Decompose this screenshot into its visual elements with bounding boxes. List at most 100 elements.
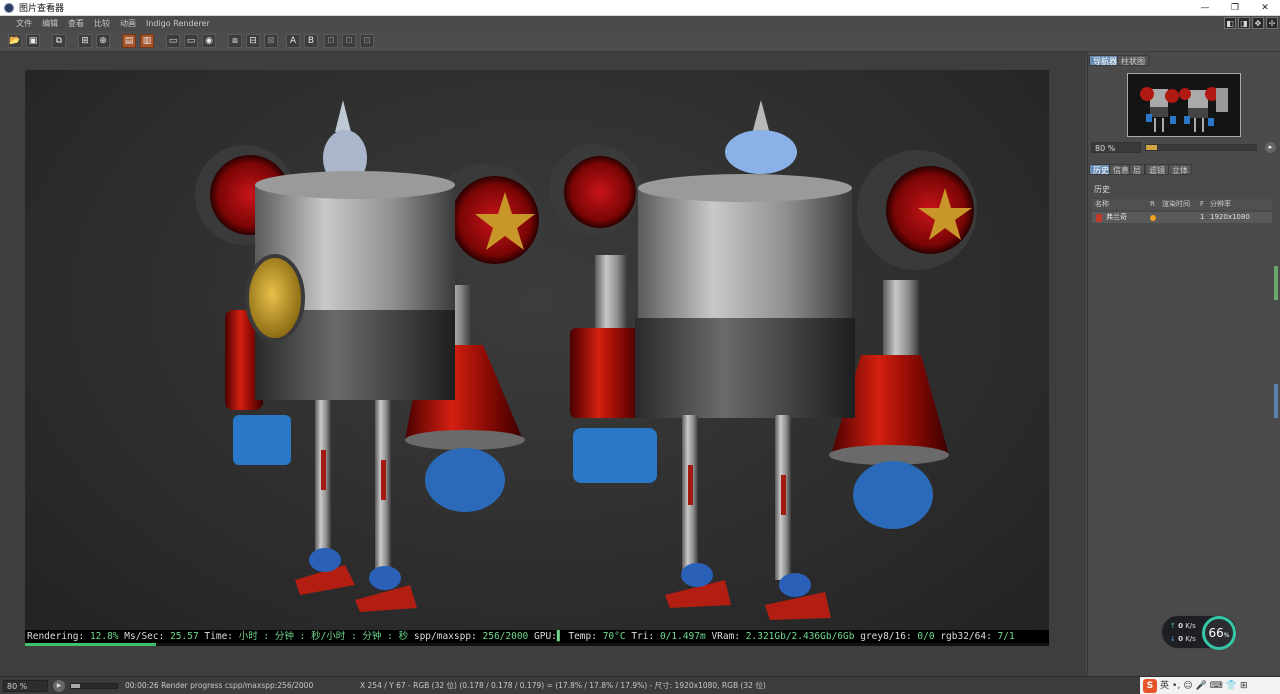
robot-right xyxy=(549,100,977,620)
compare-2-icon[interactable]: ⊡ xyxy=(342,34,356,48)
rendering-label: Rendering: xyxy=(27,631,85,642)
gpu-label: GPU: xyxy=(534,631,557,642)
rgb-label: rgb32/64: xyxy=(940,631,992,642)
picture-viewer-window: { "window": {"title": "图片查看器"}, "menu": … xyxy=(0,0,1280,694)
panel-scrollbar-thumb[interactable] xyxy=(1274,266,1278,300)
history-row-frame: 1 xyxy=(1200,213,1205,221)
layout-right-icon[interactable]: ◨ xyxy=(1238,17,1250,29)
download-unit: K/s xyxy=(1185,635,1196,643)
navigator-zoom-field[interactable]: 80 % xyxy=(1091,142,1141,153)
ime-logo-icon[interactable]: S xyxy=(1143,678,1157,693)
history-thumb-icon xyxy=(1092,213,1106,222)
move-icon[interactable]: ✢ xyxy=(1266,17,1278,29)
status-progress-fill xyxy=(71,684,81,688)
navigator-thumbnail[interactable] xyxy=(1127,73,1241,137)
spp-label: spp/maxspp: xyxy=(413,631,477,642)
split-ab-icon[interactable]: ⊠ xyxy=(264,34,278,48)
temp-label: Temp: xyxy=(568,631,597,642)
history-status-icon xyxy=(1150,214,1162,221)
cpu-percent-ring: 66% xyxy=(1202,616,1236,650)
time-value: 小时 : 分钟 : 秒/小时 : 分钟 : 秒 xyxy=(238,631,409,642)
tab-histogram[interactable]: 柱状图 xyxy=(1117,55,1149,66)
status-zoom-field[interactable]: 80 % xyxy=(3,680,48,692)
render-region-icon[interactable]: ◉ xyxy=(202,34,216,48)
set-b-icon[interactable]: B xyxy=(304,34,318,48)
rgb-value: 7/1 xyxy=(997,631,1015,642)
grey-label: grey8/16: xyxy=(860,631,912,642)
render-progress-fill xyxy=(25,643,157,646)
menu-indigo-renderer[interactable]: Indigo Renderer xyxy=(146,19,210,28)
microphone-icon[interactable]: 🎤 xyxy=(1196,679,1207,693)
spp-value: 256/2000 xyxy=(482,631,529,642)
download-arrow-icon: ↓ xyxy=(1170,635,1176,643)
menu-animation[interactable]: 动画 xyxy=(120,18,136,29)
history-table-header: 名称 R 渲染时间 F 分辨率 xyxy=(1092,199,1272,210)
col-name: 名称 xyxy=(1095,200,1109,208)
toolbox-icon[interactable]: ⊞ xyxy=(1240,679,1248,693)
upload-value: 0 xyxy=(1178,622,1183,630)
keyboard-icon[interactable]: ⌨ xyxy=(1210,679,1223,693)
col-r: R xyxy=(1150,200,1155,208)
tri-label: Tri: xyxy=(631,631,655,642)
region-render-icon[interactable]: ▭ xyxy=(166,34,180,48)
system-monitor-widget[interactable]: ↑ 0 K/s ↓ 0 K/s 66% xyxy=(1161,615,1237,650)
history-row[interactable]: 弗兰奇 1 1920x1080 xyxy=(1092,212,1272,223)
stack-icon[interactable]: ▥ xyxy=(140,34,154,48)
col-resolution: 分辨率 xyxy=(1210,200,1231,208)
rendering-percent: 12.8% xyxy=(89,631,119,642)
layers-icon[interactable]: ▤ xyxy=(122,34,136,48)
fit-view-icon[interactable]: ✥ xyxy=(1252,17,1264,29)
save-icon[interactable]: ▣ xyxy=(26,34,40,48)
vram-label: VRam: xyxy=(711,631,741,642)
status-bar: 80 % ▶ 00:00:26 Render progress cspp/max… xyxy=(0,676,1280,694)
minimize-button[interactable]: — xyxy=(1190,0,1220,16)
history-row-resolution: 1920x1080 xyxy=(1210,213,1250,221)
status-progress-bar xyxy=(70,683,118,689)
menu-bar: 文件 编辑 查看 比较 动画 Indigo Renderer ◧ ◨ ✥ ✢ xyxy=(0,16,1280,31)
zoom-options-icon[interactable]: ▸ xyxy=(1265,142,1276,153)
tab-filter[interactable]: 滤镜 xyxy=(1145,164,1169,175)
toolbar: 📂 ▣ ⧉ ⊞ ⊕ ▤ ▥ ▭ ▭ ◉ ⧈ ⊟ ⊠ A B ⊡ ⊡ ⊡ xyxy=(0,31,1280,52)
robot-left xyxy=(195,100,543,612)
region-render-2-icon[interactable]: ▭ xyxy=(184,34,198,48)
vram-value: 2.321Gb/2.436Gb/6Gb xyxy=(745,631,855,642)
tab-stereo[interactable]: 立体 xyxy=(1168,164,1192,175)
zoom-icon[interactable]: ⊕ xyxy=(96,34,110,48)
menu-edit[interactable]: 编辑 xyxy=(42,18,58,29)
punctuation-icon[interactable]: •, xyxy=(1172,679,1180,693)
history-section-title: 历史 xyxy=(1094,185,1110,194)
compare-3-icon[interactable]: ⊡ xyxy=(360,34,374,48)
fit-icon[interactable]: ⊞ xyxy=(78,34,92,48)
ime-lang-label[interactable]: 英 xyxy=(1160,679,1169,693)
copy-image-icon[interactable]: ⧉ xyxy=(52,34,66,48)
emoji-icon[interactable]: ☺ xyxy=(1183,679,1192,693)
panel-scrollbar-thumb-2[interactable] xyxy=(1274,384,1278,418)
menu-file[interactable]: 文件 xyxy=(16,18,32,29)
render-status-text: Rendering: 12.8% Ms/Sec: 25.57 Time: 小时 … xyxy=(27,631,1015,643)
close-button[interactable]: ✕ xyxy=(1250,0,1280,16)
render-progress-text: 00:00:26 Render progress cspp/maxspp:256… xyxy=(125,681,314,690)
tab-layers[interactable]: 层 xyxy=(1129,164,1145,175)
navigator-zoom-slider[interactable] xyxy=(1145,144,1257,151)
ab-compare-icon[interactable]: ⧈ xyxy=(228,34,242,48)
render-canvas[interactable] xyxy=(25,70,1049,646)
gpu-indicator: ▌ xyxy=(556,631,563,642)
restore-button[interactable]: ❐ xyxy=(1220,0,1250,16)
skin-icon[interactable]: 👕 xyxy=(1226,679,1237,693)
rendered-robots-image xyxy=(195,100,977,620)
time-label: Time: xyxy=(204,631,234,642)
menu-compare[interactable]: 比较 xyxy=(94,18,110,29)
compare-1-icon[interactable]: ⊡ xyxy=(324,34,338,48)
grey-value: 0/0 xyxy=(917,631,935,642)
play-icon[interactable]: ▶ xyxy=(53,680,65,692)
menu-view[interactable]: 查看 xyxy=(68,18,84,29)
open-icon[interactable]: 📂 xyxy=(8,34,22,48)
layout-left-icon[interactable]: ◧ xyxy=(1224,17,1236,29)
render-progress-bar xyxy=(25,643,1049,646)
pixel-info-text: X 254 / Y 67 - RGB (32 位) (0.178 / 0.178… xyxy=(360,681,766,690)
zoom-slider-fill xyxy=(1146,145,1157,150)
split-view-icon[interactable]: ⊟ xyxy=(246,34,260,48)
title-bar: 图片查看器 xyxy=(0,0,1280,16)
download-value: 0 xyxy=(1178,635,1183,643)
set-a-icon[interactable]: A xyxy=(286,34,300,48)
